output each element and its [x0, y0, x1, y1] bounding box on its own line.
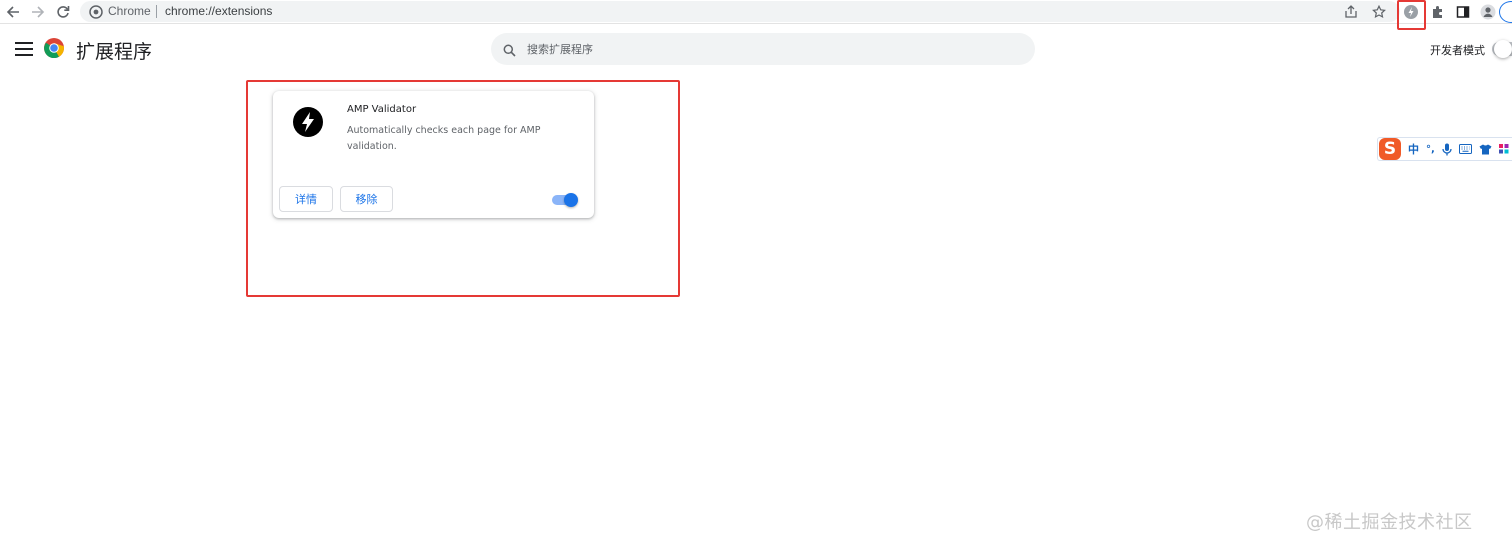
microphone-icon[interactable] [1442, 140, 1452, 158]
side-panel-icon[interactable] [1453, 2, 1473, 22]
page-title: 扩展程序 [76, 41, 153, 63]
search-icon [503, 42, 516, 61]
extension-enable-toggle[interactable] [552, 193, 578, 207]
forward-arrow-icon[interactable] [28, 2, 48, 22]
address-bar[interactable]: Chrome chrome://extensions [80, 1, 1400, 22]
ime-chinese-mode[interactable]: 中 [1408, 140, 1419, 158]
developer-mode-label: 开发者模式 [1430, 44, 1485, 57]
remove-button[interactable]: 移除 [340, 186, 393, 212]
site-name: Chrome [108, 4, 151, 18]
bookmark-star-icon[interactable] [1370, 3, 1388, 21]
puzzle-extensions-icon[interactable] [1428, 2, 1448, 22]
amp-lightning-icon [292, 106, 324, 138]
share-icon[interactable] [1342, 3, 1360, 21]
extension-description: Automatically checks each page for AMP v… [347, 125, 541, 152]
browser-toolbar: Chrome chrome://extensions [0, 0, 1512, 30]
chrome-site-icon [89, 4, 103, 23]
hamburger-menu-icon[interactable] [15, 42, 33, 56]
toggle-knob [1494, 40, 1512, 58]
url-separator [156, 5, 157, 18]
chrome-logo-icon [43, 37, 65, 59]
account-ring[interactable] [1499, 1, 1512, 23]
skin-shirt-icon[interactable] [1479, 140, 1492, 158]
keyboard-icon[interactable] [1458, 140, 1472, 158]
extension-card: AMP Validator Automatically checks each … [273, 91, 594, 218]
url-text[interactable]: chrome://extensions [165, 4, 272, 18]
search-input[interactable] [527, 33, 1007, 65]
profile-avatar-icon[interactable] [1478, 2, 1498, 22]
extensions-search[interactable] [491, 33, 1035, 65]
details-button[interactable]: 详情 [279, 186, 333, 212]
toggle-knob [564, 193, 578, 207]
reload-icon[interactable] [53, 2, 73, 22]
ime-punctuation[interactable]: °, [1426, 140, 1435, 158]
ime-logo[interactable]: S [1379, 138, 1401, 160]
developer-mode-toggle[interactable] [1492, 40, 1512, 58]
toolbox-grid-icon[interactable] [1498, 140, 1509, 158]
extensions-header: 扩展程序 开发者模式 [0, 25, 1512, 73]
ime-toolbar: S 中 °, [1377, 137, 1512, 161]
watermark: @稀土掘金技术社区 [1306, 512, 1473, 533]
back-arrow-icon[interactable] [3, 2, 23, 22]
extension-name: AMP Validator [347, 104, 417, 115]
